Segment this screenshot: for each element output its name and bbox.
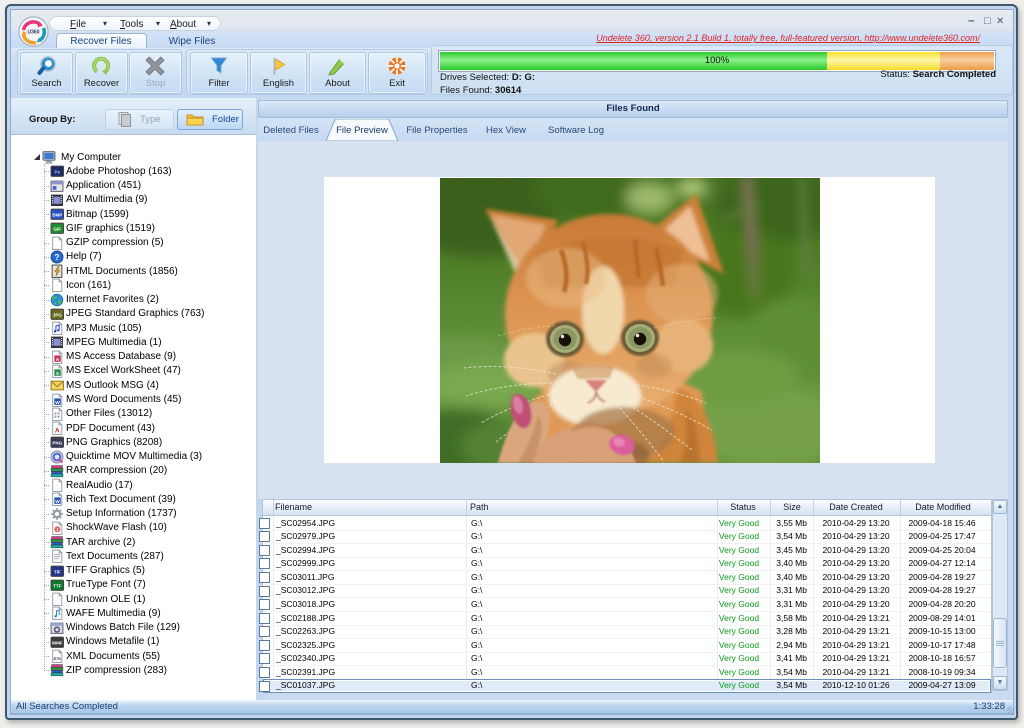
svg-text:TTF: TTF [53, 583, 62, 588]
svg-text:PNG: PNG [52, 441, 62, 446]
svg-text:W: W [55, 499, 60, 505]
svg-text:BMP: BMP [52, 213, 62, 218]
svg-text:?: ? [55, 253, 60, 262]
svg-text:W: W [55, 399, 60, 405]
svg-text:U360: U360 [28, 30, 40, 36]
svg-text:GIF: GIF [53, 227, 61, 232]
svg-text:WMF: WMF [52, 641, 63, 646]
svg-text:A: A [56, 356, 60, 362]
svg-text:A: A [55, 427, 60, 434]
svg-text:TIF: TIF [54, 569, 61, 574]
svg-text:JPG: JPG [53, 313, 63, 318]
svg-text:&%: &% [53, 656, 62, 662]
svg-text:Ps: Ps [54, 170, 60, 175]
